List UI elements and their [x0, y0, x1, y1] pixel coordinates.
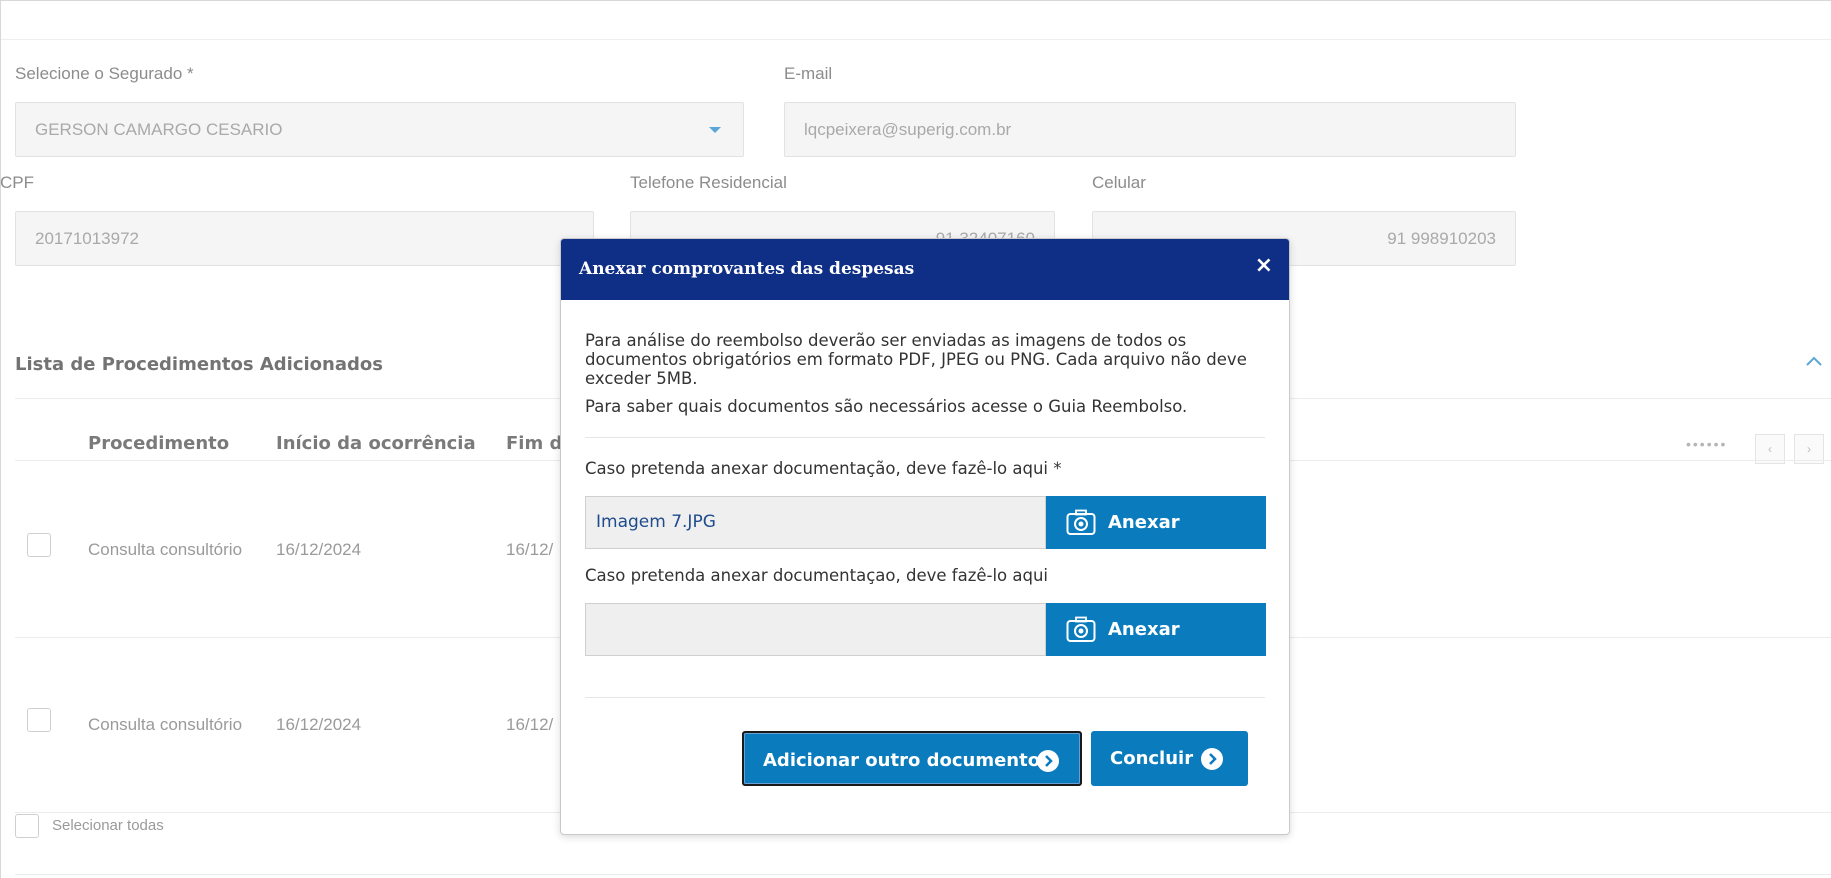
- attach2-file-field[interactable]: [585, 603, 1046, 656]
- row-procedimento: Consulta consultório: [88, 540, 243, 559]
- attach1-button[interactable]: Anexar: [1046, 496, 1266, 549]
- attach1-label: Caso pretenda anexar documentação, deve …: [585, 459, 1062, 478]
- divider: [585, 697, 1265, 698]
- column-header-fim: Fim d: [506, 433, 563, 454]
- row-fim: 16/12/: [506, 540, 554, 559]
- attach1-file-field[interactable]: Imagem 7.JPG: [585, 496, 1046, 549]
- list-title: Lista de Procedimentos Adicionados: [15, 354, 383, 375]
- attach2-label: Caso pretenda anexar documentaçao, deve …: [585, 566, 1049, 585]
- pager-dots: ••••••: [1686, 436, 1728, 452]
- row-procedimento: Consulta consultório: [88, 715, 243, 734]
- attach2-button-label: Anexar: [1108, 619, 1180, 640]
- modal-guide-text: Para saber quais documentos são necessár…: [585, 397, 1188, 416]
- email-field[interactable]: lqcpeixera@superig.com.br: [784, 102, 1516, 157]
- celular-label: Celular: [1092, 173, 1146, 192]
- column-header-procedimento: Procedimento: [88, 433, 230, 454]
- chevron-right-icon: [1037, 750, 1059, 772]
- column-header-inicio: Início da ocorrência: [276, 433, 476, 454]
- chevron-down-icon: [709, 127, 721, 133]
- close-icon[interactable]: ×: [1255, 253, 1273, 278]
- add-document-label: Adicionar outro documento: [763, 750, 1041, 771]
- segurado-label: Selecione o Segurado *: [15, 64, 194, 83]
- finish-button[interactable]: Concluir: [1091, 731, 1248, 786]
- page: Selecione o Segurado * GERSON CAMARGO CE…: [0, 0, 1831, 878]
- row-checkbox[interactable]: [27, 533, 51, 557]
- chevron-up-icon[interactable]: [1803, 350, 1825, 372]
- row-inicio: 16/12/2024: [276, 715, 362, 734]
- attach-modal: Anexar comprovantes das despesas × Para …: [560, 238, 1290, 835]
- email-label: E-mail: [784, 64, 833, 83]
- attach1-file-name: Imagem 7.JPG: [596, 512, 716, 532]
- select-all-checkbox[interactable]: [15, 814, 39, 838]
- cpf-value: 20171013972: [35, 229, 140, 248]
- modal-header: Anexar comprovantes das despesas ×: [561, 239, 1289, 300]
- divider: [585, 437, 1265, 438]
- select-all-label: Selecionar todas: [52, 817, 164, 834]
- modal-intro-text: Para análise do reembolso deverão ser en…: [585, 331, 1247, 388]
- telefone-label: Telefone Residencial: [630, 173, 787, 192]
- segurado-value: GERSON CAMARGO CESARIO: [35, 120, 283, 139]
- chevron-right-icon: [1201, 748, 1223, 770]
- camera-icon: [1066, 509, 1096, 535]
- camera-icon: [1066, 616, 1096, 642]
- segurado-select[interactable]: GERSON CAMARGO CESARIO: [15, 102, 744, 157]
- row-fim: 16/12/: [506, 715, 554, 734]
- attach2-button[interactable]: Anexar: [1046, 603, 1266, 656]
- attach1-button-label: Anexar: [1108, 512, 1180, 533]
- row-inicio: 16/12/2024: [276, 540, 362, 559]
- top-frame: [0, 0, 1831, 878]
- modal-title: Anexar comprovantes das despesas: [579, 259, 915, 279]
- cpf-field[interactable]: 20171013972: [15, 211, 594, 266]
- cpf-label: CPF: [0, 173, 34, 192]
- add-document-button[interactable]: Adicionar outro documento: [742, 731, 1082, 786]
- celular-value: 91 998910203: [1387, 229, 1496, 248]
- finish-label: Concluir: [1110, 748, 1194, 769]
- email-value: lqcpeixera@superig.com.br: [804, 120, 1012, 139]
- row-checkbox[interactable]: [27, 708, 51, 732]
- divider: [15, 874, 1831, 875]
